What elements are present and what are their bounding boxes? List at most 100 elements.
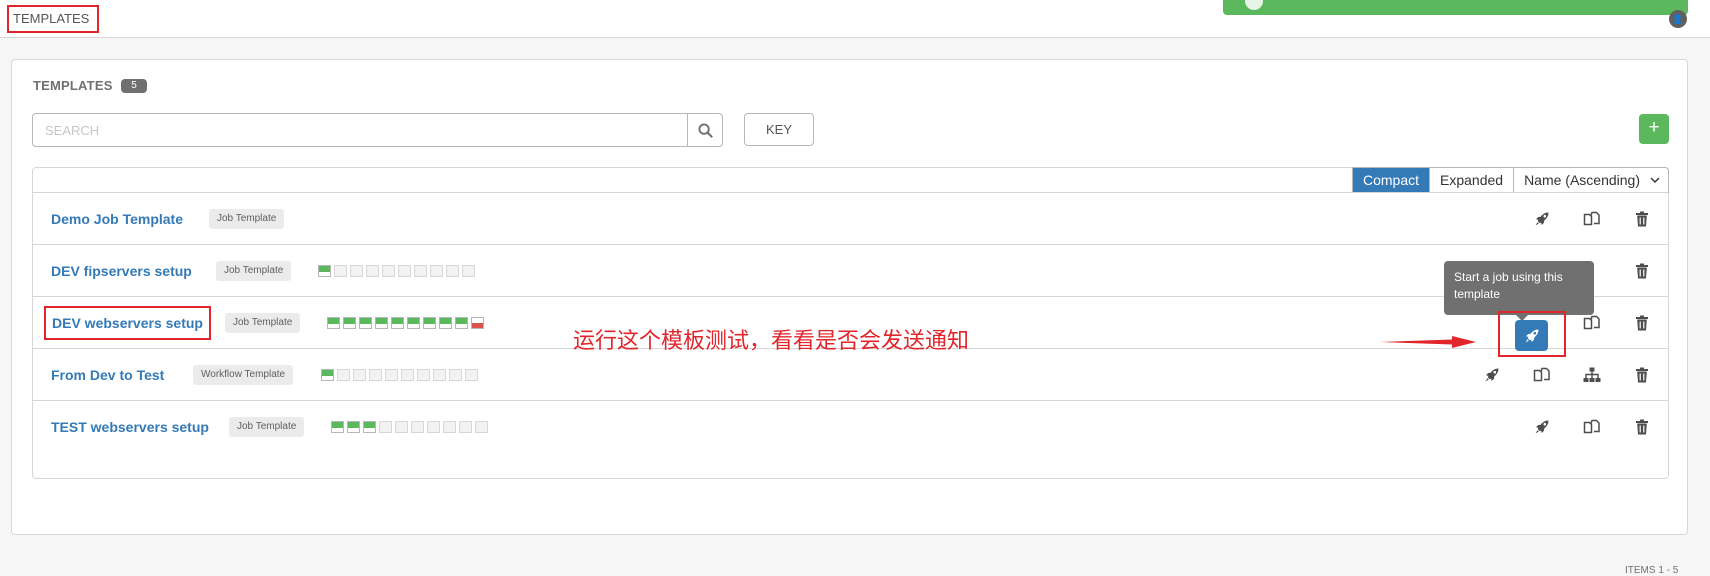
breadcrumb-templates[interactable]: TEMPLATES <box>7 5 99 33</box>
job-status-none <box>385 369 398 381</box>
copy-icon <box>1533 367 1550 382</box>
success-toast <box>1223 0 1688 15</box>
job-status-success[interactable] <box>318 265 331 277</box>
job-status-none <box>465 369 478 381</box>
template-name-link[interactable]: DEV webservers setup <box>44 306 211 340</box>
job-status-none <box>334 265 347 277</box>
delete-button[interactable] <box>1630 363 1654 387</box>
launch-button[interactable] <box>1530 207 1554 231</box>
job-status-none <box>449 369 462 381</box>
expanded-view-button[interactable]: Expanded <box>1429 168 1513 192</box>
table-row: Demo Job Template Job Template <box>33 192 1668 245</box>
delete-button[interactable] <box>1630 207 1654 231</box>
search-icon <box>697 122 713 138</box>
template-type-badge: Job Template <box>209 209 285 229</box>
trash-icon <box>1636 367 1648 383</box>
table-row: DEV fipservers setup Job Template <box>33 244 1668 297</box>
job-status-none <box>353 369 366 381</box>
key-button[interactable]: KEY <box>744 113 814 146</box>
job-status-none <box>337 369 350 381</box>
trash-icon <box>1636 315 1648 331</box>
delete-button[interactable] <box>1630 415 1654 439</box>
job-status-none <box>369 369 382 381</box>
sort-select[interactable]: Name (Ascending) <box>1513 168 1668 192</box>
pagination-label: ITEMS 1 - 5 <box>1625 565 1679 576</box>
chevron-down-icon <box>1650 177 1660 183</box>
job-status-none <box>443 421 456 433</box>
list-toolbar: Compact Expanded Name (Ascending) <box>1351 167 1669 193</box>
sort-label: Name (Ascending) <box>1524 172 1640 188</box>
job-status-failed[interactable] <box>471 317 484 329</box>
template-name-link[interactable]: Demo Job Template <box>51 193 183 245</box>
table-row: TEST webservers setup Job Template <box>33 400 1668 453</box>
templates-panel: TEMPLATES 5 KEY + Compact Expanded Name … <box>11 59 1688 576</box>
job-status-none <box>417 369 430 381</box>
launch-button[interactable] <box>1530 415 1554 439</box>
annotation-text: 运行这个模板测试，看看是否会发送通知 <box>573 329 970 354</box>
template-type-badge: Job Template <box>225 313 301 333</box>
job-status-sparkline <box>321 369 478 381</box>
delete-button[interactable] <box>1630 311 1654 335</box>
job-status-none <box>382 265 395 277</box>
toast-icon <box>1245 0 1263 10</box>
job-status-none <box>401 369 414 381</box>
delete-button[interactable] <box>1630 259 1654 283</box>
job-status-success[interactable] <box>321 369 334 381</box>
rocket-icon <box>1485 368 1499 382</box>
copy-button[interactable] <box>1580 415 1604 439</box>
launch-button-active[interactable] <box>1515 320 1548 351</box>
rocket-icon <box>1535 212 1549 226</box>
job-status-none <box>350 265 363 277</box>
add-template-button[interactable]: + <box>1639 114 1669 144</box>
job-status-success[interactable] <box>423 317 436 329</box>
job-status-success[interactable] <box>439 317 452 329</box>
job-status-success[interactable] <box>407 317 420 329</box>
job-status-success[interactable] <box>455 317 468 329</box>
job-status-none <box>475 421 488 433</box>
job-status-success[interactable] <box>359 317 372 329</box>
compact-view-button[interactable]: Compact <box>1352 168 1429 192</box>
trash-icon <box>1636 419 1648 435</box>
job-status-success[interactable] <box>347 421 360 433</box>
job-status-sparkline <box>331 421 488 433</box>
breadcrumb-bar: TEMPLATES 👤 <box>0 0 1710 38</box>
template-type-badge: Workflow Template <box>193 365 294 385</box>
rocket-icon <box>1525 329 1538 342</box>
job-status-none <box>366 265 379 277</box>
job-status-none <box>462 265 475 277</box>
job-status-sparkline <box>327 317 484 329</box>
job-status-none <box>427 421 440 433</box>
job-status-success[interactable] <box>343 317 356 329</box>
trash-icon <box>1636 263 1648 279</box>
search-button[interactable] <box>687 114 722 146</box>
job-status-success[interactable] <box>391 317 404 329</box>
job-status-none <box>379 421 392 433</box>
table-row: From Dev to Test Workflow Template <box>33 348 1668 401</box>
search-input[interactable] <box>33 114 687 146</box>
job-status-none <box>395 421 408 433</box>
job-status-none <box>411 421 424 433</box>
job-status-success[interactable] <box>331 421 344 433</box>
copy-button[interactable] <box>1580 207 1604 231</box>
user-icon[interactable]: 👤 <box>1669 10 1687 28</box>
search-box <box>32 113 723 147</box>
template-type-badge: Job Template <box>216 261 292 281</box>
copy-icon <box>1583 315 1600 330</box>
job-status-success[interactable] <box>363 421 376 433</box>
template-type-badge: Job Template <box>229 417 305 437</box>
annotation-arrow-icon <box>1380 336 1476 348</box>
launch-button[interactable] <box>1480 363 1504 387</box>
template-name-link[interactable]: DEV fipservers setup <box>51 245 192 297</box>
job-status-success[interactable] <box>375 317 388 329</box>
job-status-success[interactable] <box>327 317 340 329</box>
panel-title: TEMPLATES <box>33 78 113 93</box>
job-status-none <box>446 265 459 277</box>
template-name-link[interactable]: TEST webservers setup <box>51 401 209 453</box>
template-name-link[interactable]: From Dev to Test <box>51 349 164 401</box>
launch-tooltip: Start a job using this template <box>1444 261 1594 321</box>
copy-button[interactable] <box>1530 363 1554 387</box>
sitemap-icon <box>1583 367 1601 382</box>
workflow-visualizer-button[interactable] <box>1580 363 1604 387</box>
job-status-none <box>398 265 411 277</box>
copy-icon <box>1583 419 1600 434</box>
